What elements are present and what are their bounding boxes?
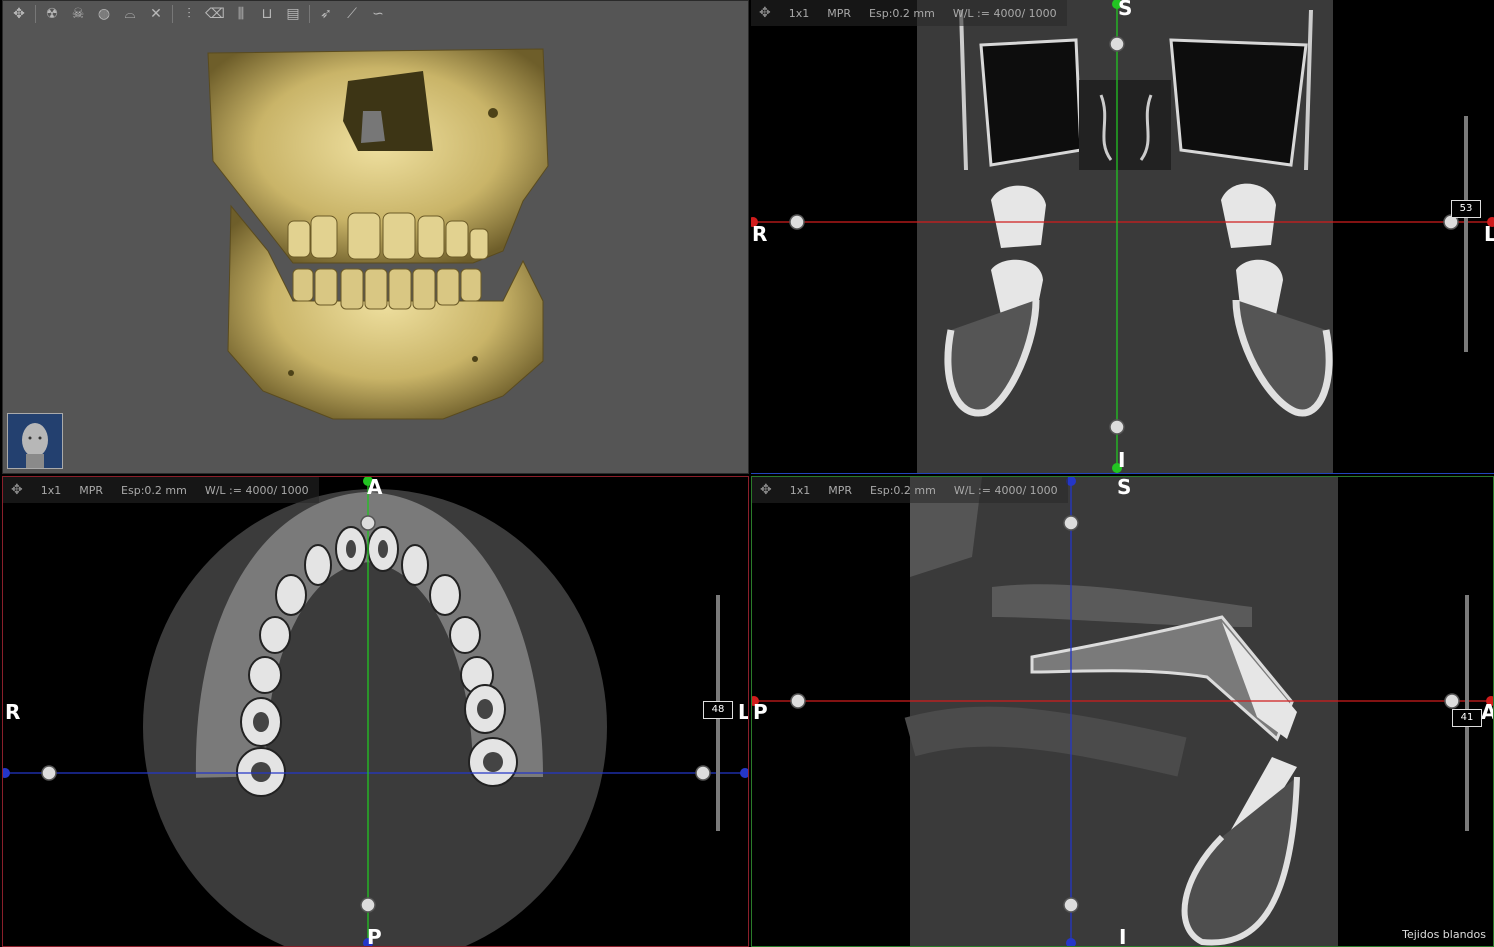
- viewport-axial[interactable]: ✥ 1x1 MPR Esp:0.2 mm W/L := 4000/ 1000 A…: [2, 476, 749, 947]
- window-level-label: W/L := 4000/ 1000: [953, 483, 1058, 497]
- orientation-top: S: [1117, 476, 1132, 499]
- viewport-3d[interactable]: ✥ ☢ ☠ ◍ ⌓ ✕ ⫶ ⌫ ⫼ ⊔ ▤ ➶ ⟋ ∽: [2, 0, 749, 474]
- window-level-label: W/L := 4000/ 1000: [204, 483, 309, 497]
- orientation-top: S: [1118, 0, 1133, 20]
- move-icon[interactable]: ✥: [760, 482, 772, 498]
- move-icon[interactable]: ✥: [759, 5, 771, 21]
- spacing-label: Esp:0.2 mm: [869, 6, 935, 20]
- orientation-top: A: [367, 476, 383, 499]
- orientation-bottom: I: [1118, 448, 1126, 472]
- viewport-sagittal[interactable]: ✥ 1x1 MPR Esp:0.2 mm W/L := 4000/ 1000 S…: [751, 476, 1494, 947]
- orientation-bottom: P: [367, 925, 382, 947]
- spacing-label: Esp:0.2 mm: [121, 483, 187, 497]
- slice-number[interactable]: 41: [1452, 709, 1482, 727]
- viewport-header: ✥ 1x1 MPR Esp:0.2 mm W/L := 4000/ 1000: [3, 477, 319, 503]
- mode-label[interactable]: MPR: [828, 484, 852, 497]
- coronal-slice-image: [751, 0, 1494, 473]
- move-icon[interactable]: ✥: [11, 482, 23, 498]
- orientation-right: L: [1484, 222, 1494, 246]
- sagittal-slice-image: [752, 477, 1493, 946]
- orientation-right: A: [1481, 700, 1493, 724]
- window-level-label: W/L := 4000/ 1000: [952, 6, 1057, 20]
- orientation-right: L: [738, 700, 748, 724]
- head-icon: [8, 414, 62, 468]
- layout-label[interactable]: 1x1: [41, 484, 62, 497]
- viewport-coronal[interactable]: ✥ 1x1 MPR Esp:0.2 mm W/L := 4000/ 1000 S…: [751, 0, 1494, 474]
- skull-3d-render[interactable]: [3, 1, 749, 474]
- spacing-label: Esp:0.2 mm: [870, 483, 936, 497]
- layout-label[interactable]: 1x1: [789, 7, 810, 20]
- layout-label[interactable]: 1x1: [790, 484, 811, 497]
- viewport-header: ✥ 1x1 MPR Esp:0.2 mm W/L := 4000/ 1000: [751, 0, 1067, 26]
- orientation-bottom: I: [1119, 925, 1127, 947]
- viewport-header: ✥ 1x1 MPR Esp:0.2 mm W/L := 4000/ 1000: [752, 477, 1068, 503]
- orientation-thumbnail[interactable]: [7, 413, 63, 469]
- slice-number[interactable]: 48: [703, 701, 733, 719]
- slice-number[interactable]: 53: [1451, 200, 1481, 218]
- axial-slice-image: [3, 477, 748, 946]
- orientation-left: P: [753, 700, 768, 724]
- mode-label[interactable]: MPR: [79, 484, 103, 497]
- orientation-left: R: [5, 700, 21, 724]
- preset-label[interactable]: Tejidos blandos: [1399, 927, 1489, 942]
- orientation-left: R: [752, 222, 768, 246]
- mode-label[interactable]: MPR: [827, 7, 851, 20]
- slice-slider[interactable]: [1464, 116, 1468, 352]
